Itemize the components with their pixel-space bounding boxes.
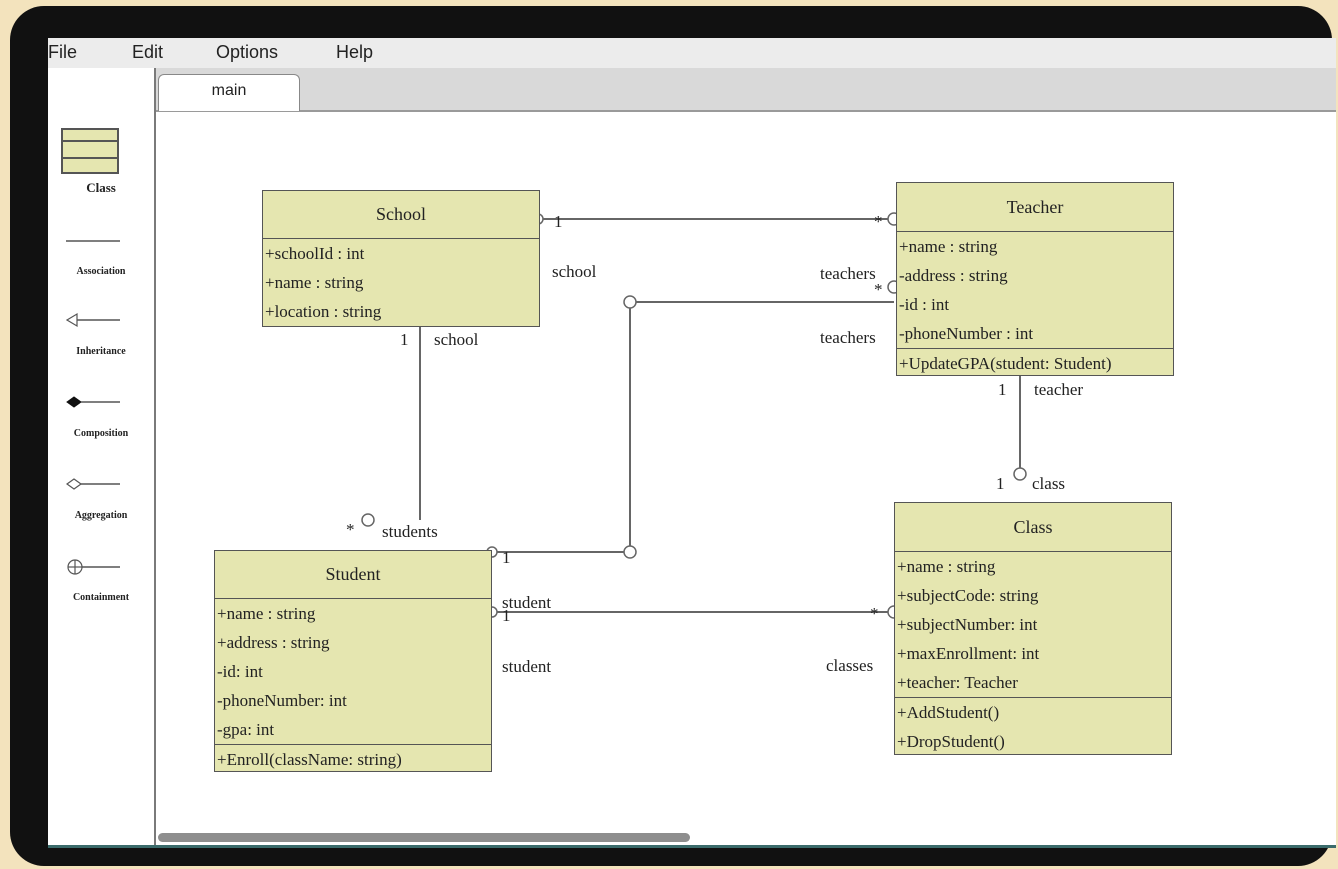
attribute-row[interactable]: +location : string [263,297,539,326]
method-row[interactable]: +Enroll(className: string) [215,745,491,774]
tool-inheritance-label: Inheritance [76,346,126,357]
attribute-row[interactable]: -id: int [215,657,491,686]
multiplicity-label: 1 [998,380,1007,399]
aggregation-diamond-icon [66,478,120,490]
attribute-row[interactable]: +name : string [263,268,539,297]
multiplicity-label: 1 [502,548,511,567]
attributes-teacher: +name : string -address : string -id : i… [897,232,1173,349]
attribute-row[interactable]: -id : int [897,290,1173,319]
role-label: student [502,657,552,676]
role-label: class [1032,474,1066,493]
class-box-student[interactable]: Student +name : string +address : string… [214,550,492,772]
attribute-row[interactable]: -phoneNumber : int [897,319,1173,348]
role-label: teachers [820,264,876,283]
methods-student: +Enroll(className: string) [215,745,491,774]
menu-help[interactable]: Help [336,42,373,63]
attributes-school: +schoolId : int +name : string +location… [263,239,539,326]
connector-port[interactable] [361,513,375,527]
multiplicity-label: * [874,212,883,231]
attribute-row[interactable]: +subjectCode: string [895,581,1171,610]
class-icon [61,128,119,174]
tool-containment-label: Containment [72,592,130,603]
attributes-student: +name : string +address : string -id: in… [215,599,491,745]
method-row[interactable]: +AddStudent() [895,698,1171,727]
tool-palette: Class Association Inheritance Compositio… [48,68,156,848]
role-label: teacher [1034,380,1084,399]
method-row[interactable]: +DropStudent() [895,727,1171,756]
tool-composition[interactable]: Composition [48,374,154,456]
role-label: classes [826,656,874,675]
diagram-canvas[interactable]: School +schoolId : int +name : string +l… [156,112,1336,848]
menu-edit[interactable]: Edit [132,42,163,63]
multiplicity-label: * [870,604,879,623]
tool-aggregation[interactable]: Aggregation [48,456,154,538]
attribute-row[interactable]: +schoolId : int [263,239,539,268]
attribute-row[interactable]: -address : string [897,261,1173,290]
tab-bar: main [156,68,1336,112]
tool-association-label: Association [76,266,126,277]
attribute-row[interactable]: +name : string [895,552,1171,581]
multiplicity-label: 1 [502,606,511,625]
multiplicity-label: 1 [554,212,563,231]
role-label: school [434,330,479,349]
tool-inheritance[interactable]: Inheritance [48,292,154,374]
connector-port[interactable] [623,295,637,309]
menu-options[interactable]: Options [216,42,278,63]
class-box-school[interactable]: School +schoolId : int +name : string +l… [262,190,540,327]
attribute-row[interactable]: +subjectNumber: int [895,610,1171,639]
class-name-class: Class [895,503,1171,552]
class-name-student: Student [215,551,491,599]
multiplicity-label: 1 [996,474,1005,493]
attribute-row[interactable]: +name : string [215,599,491,628]
tool-class-label: Class [86,180,116,195]
attribute-row[interactable]: +maxEnrollment: int [895,639,1171,668]
tool-composition-label: Composition [73,428,129,439]
attribute-row[interactable]: -gpa: int [215,715,491,744]
tool-containment[interactable]: Containment [48,538,154,620]
role-label: students [382,522,438,541]
horizontal-scrollbar[interactable] [158,833,690,842]
tablet-frame: File Edit Options Help Class Association [10,6,1336,866]
attribute-row[interactable]: +name : string [897,232,1173,261]
connector-port[interactable] [1013,467,1027,481]
inheritance-arrow-icon [66,312,120,328]
methods-teacher: +UpdateGPA(student: Student) [897,349,1173,378]
tab-main[interactable]: main [158,74,300,111]
attribute-row[interactable]: -phoneNumber: int [215,686,491,715]
composition-diamond-icon [66,396,120,408]
methods-class: +AddStudent() +DropStudent() [895,698,1171,756]
attribute-row[interactable]: +teacher: Teacher [895,668,1171,697]
multiplicity-label: * [346,520,355,539]
bottom-edge [48,845,1336,848]
method-row[interactable]: +UpdateGPA(student: Student) [897,349,1173,378]
app-window: File Edit Options Help Class Association [48,38,1336,848]
class-name-school: School [263,191,539,239]
multiplicity-label: 1 [400,330,409,349]
multiplicity-label: * [874,280,883,299]
class-name-teacher: Teacher [897,183,1173,232]
containment-circle-icon [67,559,120,575]
attribute-row[interactable]: +address : string [215,628,491,657]
tool-class[interactable]: Class [48,96,154,208]
role-label: teachers [820,328,876,347]
connector-port[interactable] [623,545,637,559]
class-box-teacher[interactable]: Teacher +name : string -address : string… [896,182,1174,376]
tool-aggregation-label: Aggregation [74,510,128,521]
attributes-class: +name : string +subjectCode: string +sub… [895,552,1171,698]
menu-file[interactable]: File [48,42,77,63]
association-line-icon [66,240,120,242]
role-label: school [552,262,597,281]
tool-association[interactable]: Association [48,208,154,292]
menu-bar: File Edit Options Help [48,38,1336,69]
class-box-class[interactable]: Class +name : string +subjectCode: strin… [894,502,1172,755]
